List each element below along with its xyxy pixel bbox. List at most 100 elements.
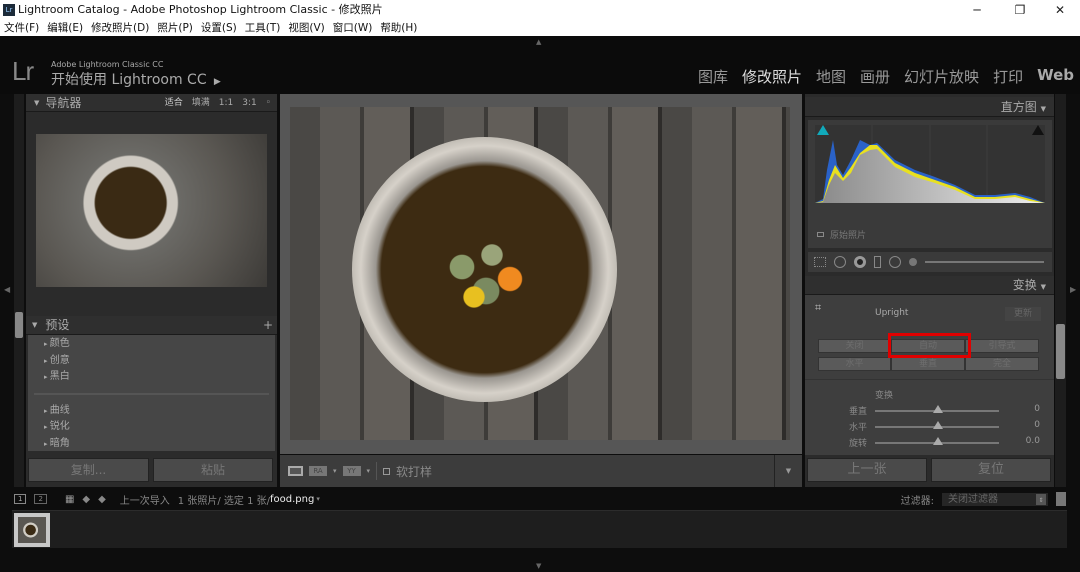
transform-title: 变换: [1012, 278, 1037, 292]
previous-button[interactable]: 上一张: [807, 458, 927, 482]
preset-group-creative[interactable]: 创意: [28, 353, 275, 370]
filmstrip-thumbnail[interactable]: [14, 513, 50, 547]
slider-knob[interactable]: [933, 405, 943, 413]
secondary-window-button[interactable]: 2: [34, 494, 47, 504]
navigator-header[interactable]: ▼ 导航器 适合 填满 1:1 3:1 ◦: [26, 94, 277, 112]
upright-off-button[interactable]: 关闭: [818, 339, 891, 353]
presets-title: 预设: [45, 318, 70, 332]
vertical-slider[interactable]: [875, 405, 999, 413]
module-book[interactable]: 画册: [860, 66, 890, 87]
upright-guided-button[interactable]: 引导式: [965, 339, 1039, 353]
tool-strip: [808, 252, 1052, 272]
zoom-fit[interactable]: 适合: [165, 94, 183, 111]
update-button[interactable]: 更新: [1005, 307, 1041, 321]
tool-slider[interactable]: [925, 261, 1044, 263]
rotate-slider[interactable]: [875, 437, 999, 445]
crop-tool-icon[interactable]: [814, 257, 826, 267]
paste-button[interactable]: 粘贴: [153, 458, 273, 482]
module-web[interactable]: Web: [1037, 66, 1074, 87]
before-after-icon[interactable]: RA: [309, 466, 327, 476]
radial-filter-icon[interactable]: [889, 256, 901, 268]
close-button[interactable]: ✕: [1045, 0, 1075, 20]
right-panel-toggle-icon[interactable]: ▶: [1070, 285, 1076, 294]
menu-photo[interactable]: 照片(P): [157, 20, 193, 36]
loupe-view-icon[interactable]: [288, 466, 303, 476]
collapse-bottom-icon[interactable]: ▼: [536, 562, 541, 570]
original-photo-toggle[interactable]: 原始照片: [817, 228, 866, 241]
upright-vertical-button[interactable]: 垂直: [891, 357, 965, 371]
presets-header[interactable]: ▼ 预设 +: [26, 316, 277, 335]
upright-level-button[interactable]: 水平: [818, 357, 891, 371]
menu-tools[interactable]: 工具(T): [245, 20, 281, 36]
filter-lock-icon[interactable]: [1056, 492, 1066, 506]
spot-removal-icon[interactable]: [834, 256, 846, 268]
module-slideshow[interactable]: 幻灯片放映: [904, 66, 979, 87]
module-print[interactable]: 打印: [993, 66, 1023, 87]
shadow-clipping-icon[interactable]: [817, 125, 829, 135]
module-library[interactable]: 图库: [698, 66, 728, 87]
menu-edit[interactable]: 编辑(E): [47, 20, 83, 36]
toolbar-menu-icon[interactable]: ▼: [774, 455, 802, 487]
upright-label: Upright: [875, 308, 909, 318]
zoom-1-1[interactable]: 1:1: [219, 94, 233, 111]
brush-icon[interactable]: [909, 258, 917, 266]
maximize-button[interactable]: ❐: [1005, 0, 1035, 20]
menu-develop[interactable]: 修改照片(D): [91, 20, 149, 36]
guided-upright-tool-icon[interactable]: ⌗: [815, 301, 821, 315]
preset-group-sharpen[interactable]: 锐化: [28, 419, 275, 436]
rotate-value[interactable]: 0.0: [1026, 436, 1040, 449]
filter-dropdown[interactable]: 关闭过滤器 ⇕: [942, 492, 1048, 506]
vertical-value[interactable]: 0: [1034, 404, 1040, 414]
preset-group-bw[interactable]: 黑白: [28, 369, 275, 386]
right-scrollbar-thumb[interactable]: [1056, 324, 1065, 379]
right-scrollbar[interactable]: [1055, 94, 1066, 487]
graduated-filter-icon[interactable]: [874, 256, 881, 268]
back-arrow-icon[interactable]: ◆: [82, 494, 90, 505]
slider-knob[interactable]: [933, 421, 943, 429]
histogram-title: 直方图: [1000, 100, 1037, 114]
red-eye-icon[interactable]: [854, 256, 866, 268]
forward-arrow-icon[interactable]: ◆: [98, 494, 106, 505]
left-scrollbar[interactable]: [14, 94, 24, 487]
soft-proof-checkbox[interactable]: [383, 467, 391, 475]
horizontal-value[interactable]: 0: [1034, 420, 1040, 430]
horizontal-slider[interactable]: [875, 421, 999, 429]
zoom-3-1[interactable]: 3:1: [242, 94, 256, 111]
filmstrip-bar: 1 2 ▦ ◆ ◆ 上一次导入 1 张照片/ 选定 1 张/ food.png ▾…: [0, 489, 1080, 509]
copy-button[interactable]: 复制...: [28, 458, 149, 482]
left-panel-toggle-icon[interactable]: ◀: [4, 285, 10, 294]
menu-help[interactable]: 帮助(H): [380, 20, 417, 36]
menu-view[interactable]: 视图(V): [288, 20, 324, 36]
collapse-top-icon[interactable]: ▲: [536, 38, 541, 46]
histogram-graph: [815, 125, 1045, 203]
filename[interactable]: food.png: [270, 494, 314, 505]
preset-group-color[interactable]: 颜色: [28, 336, 275, 353]
source-label[interactable]: 上一次导入: [120, 492, 170, 507]
preset-group-vignette[interactable]: 暗角: [28, 436, 275, 453]
preset-group-curve[interactable]: 曲线: [28, 403, 275, 420]
histogram-header[interactable]: 直方图 ▼: [805, 97, 1054, 117]
before-after-toggle-icon[interactable]: YY: [342, 466, 361, 476]
filter-value: 关闭过滤器: [948, 493, 998, 505]
add-preset-button[interactable]: +: [263, 316, 277, 334]
reset-button[interactable]: 复位: [931, 458, 1051, 482]
slider-knob[interactable]: [933, 437, 943, 445]
menu-window[interactable]: 窗口(W): [333, 20, 373, 36]
module-develop[interactable]: 修改照片: [742, 66, 802, 87]
rotate-label: 旋转: [849, 439, 868, 449]
highlight-clipping-icon[interactable]: [1032, 125, 1044, 135]
navigator-preview[interactable]: [36, 134, 267, 287]
left-scrollbar-thumb[interactable]: [15, 312, 23, 338]
image-canvas[interactable]: [280, 94, 802, 454]
minimize-button[interactable]: ─: [962, 0, 992, 20]
primary-window-button[interactable]: 1: [14, 494, 27, 504]
transform-header[interactable]: 变换 ▼: [805, 276, 1054, 295]
module-map[interactable]: 地图: [816, 66, 846, 87]
menu-file[interactable]: 文件(F): [4, 20, 39, 36]
menu-settings[interactable]: 设置(S): [201, 20, 237, 36]
identity-plate[interactable]: 开始使用 Lightroom CC ▶: [51, 69, 221, 89]
upright-full-button[interactable]: 完全: [965, 357, 1039, 371]
zoom-fill[interactable]: 填满: [192, 94, 210, 111]
grid-view-icon[interactable]: ▦: [65, 494, 74, 505]
original-photo-label: 原始照片: [830, 231, 867, 241]
